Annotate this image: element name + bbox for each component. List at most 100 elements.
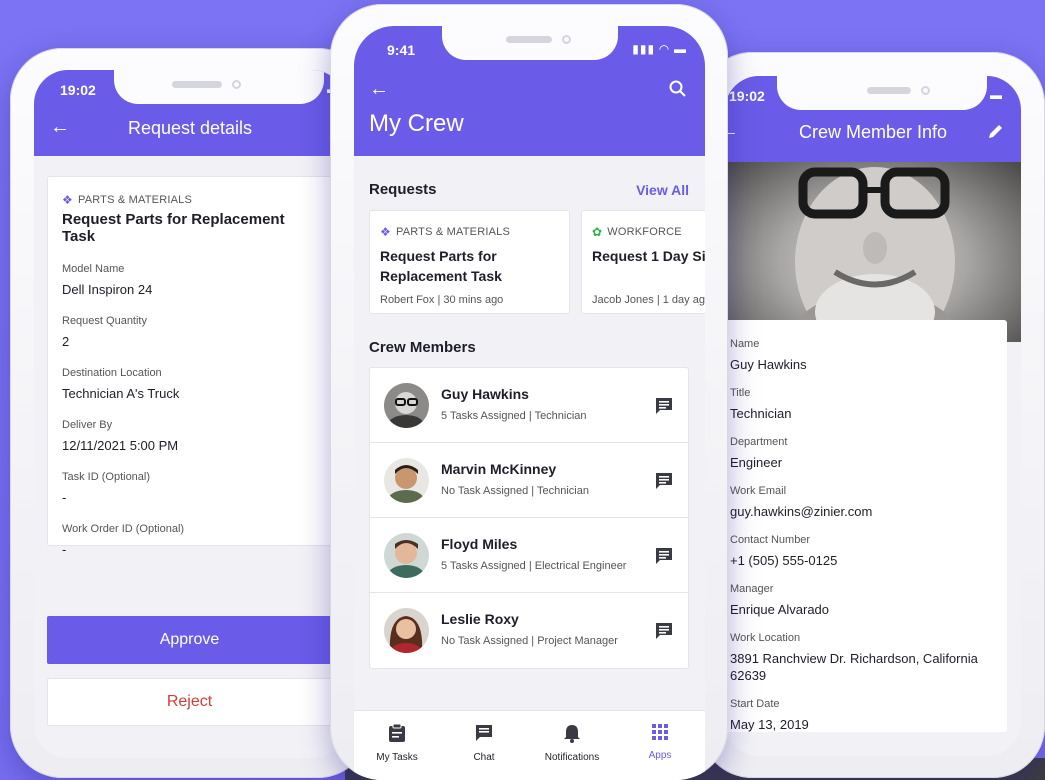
page-title: Crew Member Info (798, 122, 948, 142)
reject-button[interactable]: Reject (47, 678, 332, 726)
info-label: Start Date (730, 698, 780, 710)
search-icon[interactable] (669, 80, 687, 103)
phone-notch (114, 70, 324, 104)
info-value: Engineer (730, 455, 783, 470)
avatar (384, 458, 429, 503)
category-label: PARTS & MATERIALS (395, 226, 511, 238)
crew-row[interactable]: Floyd Miles 5 Tasks Assigned | Electrica… (370, 518, 688, 593)
request-title-line: Request Parts for (380, 248, 497, 264)
tab-my-tasks[interactable]: My Tasks (357, 723, 437, 763)
edit-icon[interactable] (987, 122, 1005, 145)
message-icon[interactable] (654, 621, 674, 646)
view-all-link[interactable]: View All (636, 182, 689, 198)
field-label: Request Quantity (62, 315, 147, 327)
profile-photo (725, 162, 1021, 342)
request-details-screen: 19:02 ▮▮▮ ◠ ▬ ← Request details ❖ PARTS … (34, 70, 346, 758)
status-time: 9:41 (387, 42, 416, 58)
field-value: 12/11/2021 5:00 PM (62, 438, 179, 453)
info-label: Name (730, 338, 760, 350)
crew-meta: 5 Tasks Assigned | Technician (441, 410, 587, 422)
request-meta: Jacob Jones | 1 day ago (592, 294, 705, 306)
info-label: Manager (730, 583, 774, 595)
crew-row[interactable]: Marvin McKinney No Task Assigned | Techn… (370, 443, 688, 518)
tab-notifications[interactable]: Notifications (532, 723, 612, 763)
workforce-icon: ✿ (592, 225, 603, 239)
crew-name: Marvin McKinney (441, 461, 557, 477)
request-category: ❖ PARTS & MATERIALS (62, 193, 317, 207)
request-card[interactable]: ❖ PARTS & MATERIALS Request Parts for Re… (369, 210, 570, 314)
parts-icon: ❖ (62, 193, 73, 207)
tab-label: My Tasks (376, 752, 418, 763)
crew-meta: 5 Tasks Assigned | Electrical Engineer (441, 560, 627, 572)
requests-section-title: Requests (369, 181, 437, 198)
field-value: Technician A's Truck (62, 386, 180, 401)
speaker (867, 87, 911, 94)
back-arrow-icon[interactable]: ← (369, 78, 389, 101)
field-value: - (62, 490, 67, 505)
category-label: PARTS & MATERIALS (77, 194, 193, 206)
message-icon[interactable] (654, 396, 674, 421)
info-value: May 13, 2019 (730, 717, 809, 732)
crew-meta: No Task Assigned | Project Manager (441, 635, 618, 647)
crew-name: Floyd Miles (441, 536, 518, 552)
status-time: 19:02 (729, 88, 765, 104)
field-value: - (62, 542, 67, 557)
camera (232, 80, 241, 89)
field-label: Work Order ID (Optional) (62, 523, 185, 535)
field-value: Dell Inspiron 24 (62, 282, 153, 297)
info-label: Work Email (730, 485, 787, 497)
my-crew-screen: 9:41 ▮▮▮ ◠ ▬ ← My Crew Requests View All… (354, 26, 705, 780)
request-category: ❖ PARTS & MATERIALS (380, 225, 559, 239)
crew-meta: No Task Assigned | Technician (441, 485, 589, 497)
info-value: Technician (730, 406, 792, 421)
page-title: Request details (127, 118, 253, 138)
request-title: Request Parts for Replacement Task (62, 211, 285, 245)
page-title: My Crew (369, 110, 464, 137)
field-label: Model Name (62, 263, 125, 275)
info-value: Guy Hawkins (730, 357, 807, 372)
field-value: 2 (62, 334, 70, 349)
camera (562, 35, 571, 44)
speaker (506, 36, 552, 43)
message-icon[interactable] (654, 471, 674, 496)
parts-icon: ❖ (380, 225, 391, 239)
crew-row[interactable]: Leslie Roxy No Task Assigned | Project M… (370, 593, 688, 668)
phone-crew-member-info: 19:02 ▮▮▮ ◠ ▬ ← Crew Member Info (700, 52, 1045, 778)
request-category: ✿ WORKFORCE (592, 225, 705, 239)
tab-label: Chat (473, 752, 495, 763)
message-icon[interactable] (654, 546, 674, 571)
bottom-tab-bar: My Tasks Chat Notifications Apps (354, 710, 705, 780)
crew-section-title: Crew Members (369, 339, 476, 356)
info-label: Work Location (730, 632, 801, 644)
crew-member-info-card: Name Guy Hawkins Title Technician Depart… (725, 320, 1007, 732)
tab-apps[interactable]: Apps (620, 723, 700, 761)
phone-my-crew: 9:41 ▮▮▮ ◠ ▬ ← My Crew Requests View All… (330, 4, 728, 780)
crew-row[interactable]: Guy Hawkins 5 Tasks Assigned | Technicia… (370, 368, 688, 443)
crew-name: Leslie Roxy (441, 611, 519, 627)
avatar (384, 608, 429, 653)
email-link[interactable]: guy.hawkins@zinier.com (730, 503, 1002, 520)
request-detail-card: ❖ PARTS & MATERIALS Request Parts for Re… (47, 176, 332, 557)
tab-chat[interactable]: Chat (444, 723, 524, 763)
phone-notch (442, 26, 618, 60)
info-value: 3891 Ranchview Dr. Richardson, Californi… (730, 651, 978, 683)
request-card[interactable]: ✿ WORKFORCE Request 1 Day Sick Jacob Jon… (581, 210, 705, 314)
info-label: Title (730, 387, 751, 399)
chat-icon (476, 725, 492, 741)
avatar (384, 533, 429, 578)
request-title: Request Parts for Replacement Task (380, 246, 559, 286)
approve-button[interactable]: Approve (47, 616, 332, 664)
clipboard-icon (389, 723, 405, 742)
field-label: Task ID (Optional) (62, 471, 151, 483)
info-label: Contact Number (730, 534, 811, 546)
status-time: 19:02 (60, 82, 96, 98)
field-label: Deliver By (62, 419, 113, 431)
bell-icon (564, 725, 580, 743)
tab-label: Notifications (544, 752, 600, 763)
crew-list: Guy Hawkins 5 Tasks Assigned | Technicia… (369, 367, 689, 669)
crew-member-info-screen: 19:02 ▮▮▮ ◠ ▬ ← Crew Member Info (725, 76, 1021, 756)
phone-link[interactable]: +1 (505) 555-0125 (730, 552, 1002, 569)
grid-icon (652, 724, 668, 740)
camera (921, 86, 930, 95)
tab-label: Apps (648, 750, 672, 761)
